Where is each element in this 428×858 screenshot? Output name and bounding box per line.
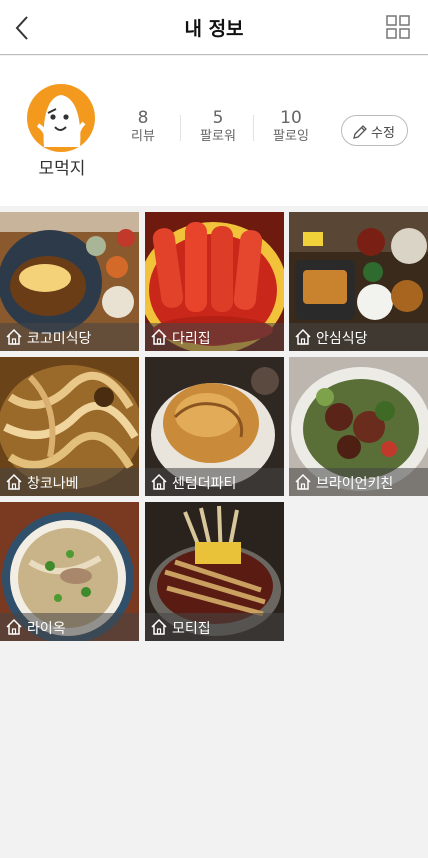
restaurant-name: 모티집 (172, 621, 211, 637)
edit-profile-button[interactable]: 수정 (341, 115, 408, 146)
edit-label: 수정 (371, 126, 395, 141)
restaurant-tile[interactable]: 센텀더파티 (145, 357, 284, 496)
stat-count: 8 (137, 108, 149, 128)
tile-caption: 창코나베 (0, 468, 139, 496)
home-icon (151, 328, 167, 345)
grid-view-icon (386, 15, 410, 39)
restaurant-tile[interactable]: 브라이언키친 (289, 357, 428, 496)
restaurant-name: 다리집 (172, 331, 211, 347)
restaurant-tile[interactable]: 라이옥 (0, 502, 139, 641)
home-icon (151, 473, 167, 490)
restaurant-tile[interactable]: 모티집 (145, 502, 284, 641)
avatar[interactable] (26, 83, 96, 153)
home-icon (151, 618, 167, 635)
app-header: 내 정보 (0, 0, 428, 55)
tile-caption: 라이옥 (0, 613, 139, 641)
stat-reviews[interactable]: 8 리뷰 (123, 108, 163, 146)
stat-label: 팔로잉 (273, 129, 309, 144)
profile-card: 모먹지 8 리뷰 5 팔로워 10 팔로잉 수정 (0, 56, 428, 206)
stat-label: 팔로워 (200, 129, 236, 144)
restaurant-name: 창코나베 (27, 476, 79, 492)
home-icon (295, 328, 311, 345)
restaurant-name: 센텀더파티 (172, 476, 237, 492)
tile-caption: 다리집 (145, 323, 284, 351)
stat-count: 5 (212, 108, 224, 128)
stat-divider (253, 115, 254, 141)
page-title: 내 정보 (184, 18, 244, 40)
restaurant-name: 코고미식당 (27, 331, 92, 347)
restaurant-tile[interactable]: 안심식당 (289, 212, 428, 351)
tile-caption: 안심식당 (289, 323, 428, 351)
restaurant-name: 안심식당 (316, 331, 368, 347)
tile-caption: 코고미식당 (0, 323, 139, 351)
stat-count: 10 (280, 108, 302, 128)
restaurant-tile[interactable]: 다리집 (145, 212, 284, 351)
pencil-icon (353, 125, 367, 139)
stat-followers[interactable]: 5 팔로워 (192, 108, 244, 146)
ghost-mascot-avatar (27, 84, 95, 152)
stat-label: 리뷰 (131, 129, 155, 144)
stat-divider (180, 115, 181, 141)
home-icon (6, 618, 22, 635)
home-icon (295, 473, 311, 490)
nickname: 모먹지 (38, 159, 86, 179)
restaurant-name: 라이옥 (27, 621, 66, 637)
tile-caption: 모티집 (145, 613, 284, 641)
restaurant-name: 브라이언키친 (316, 476, 394, 492)
home-icon (6, 473, 22, 490)
restaurant-tile[interactable]: 코고미식당 (0, 212, 139, 351)
home-icon (6, 328, 22, 345)
stat-following[interactable]: 10 팔로잉 (265, 108, 317, 146)
grid-view-button[interactable] (386, 15, 410, 39)
tile-caption: 센텀더파티 (145, 468, 284, 496)
tile-caption: 브라이언키친 (289, 468, 428, 496)
restaurant-tile[interactable]: 창코나베 (0, 357, 139, 496)
